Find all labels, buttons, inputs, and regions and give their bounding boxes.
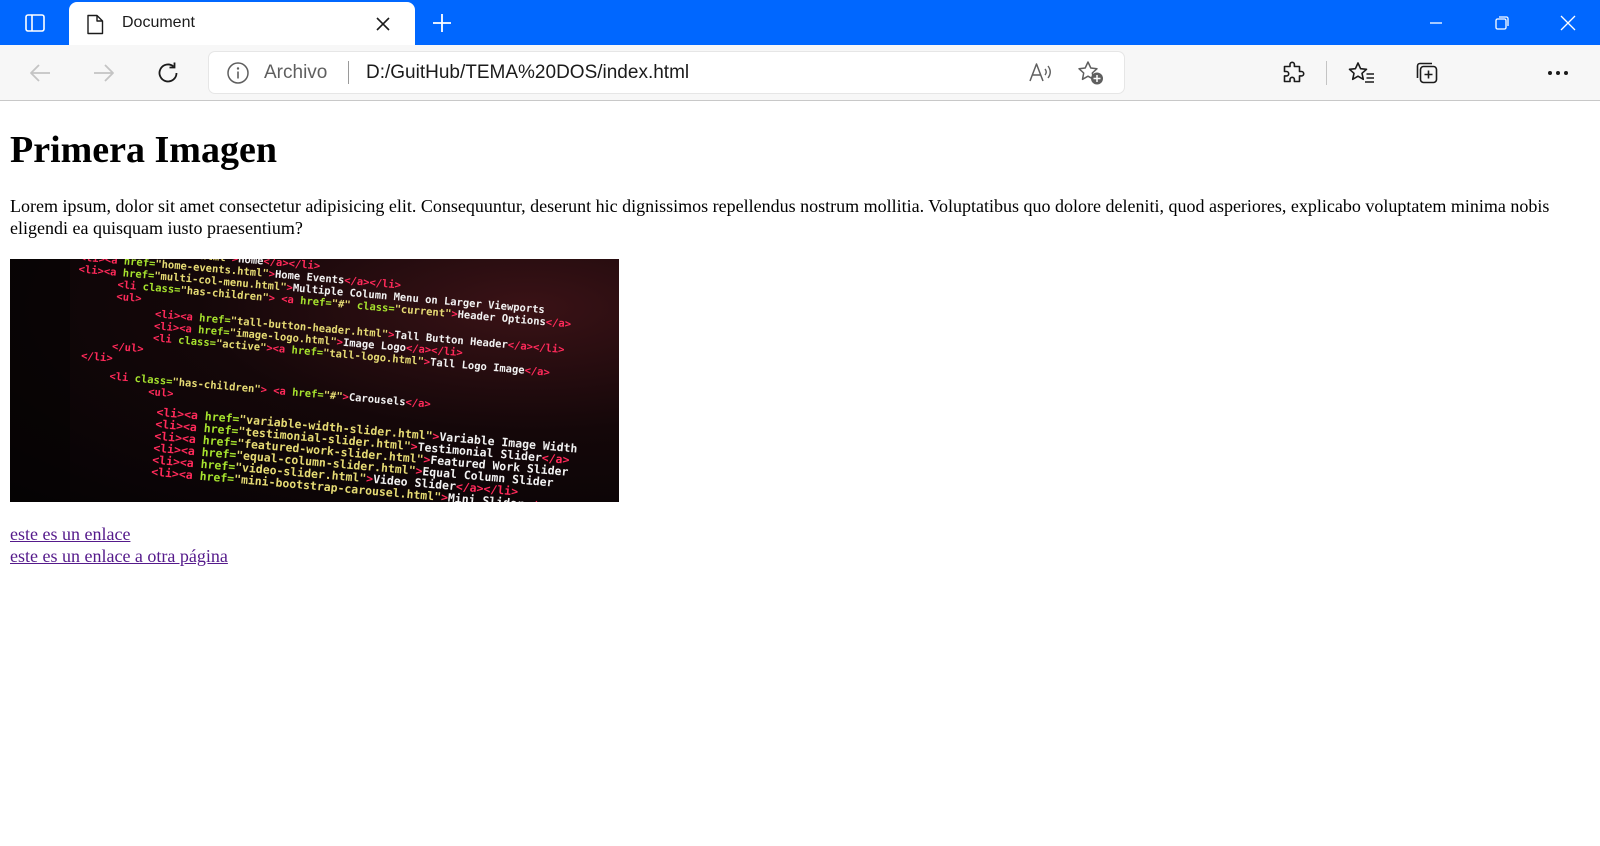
star-plus-icon: [1078, 61, 1103, 85]
restore-button[interactable]: [1470, 0, 1534, 45]
more-button[interactable]: [1541, 56, 1575, 90]
page-heading: Primera Imagen: [10, 129, 277, 171]
close-icon: [376, 17, 390, 31]
collections-icon: [1416, 62, 1438, 84]
tab-actions-button[interactable]: [14, 9, 56, 37]
tab-title: Document: [122, 14, 195, 31]
refresh-icon: [158, 62, 178, 83]
add-favorite-button[interactable]: [1077, 59, 1105, 87]
back-button[interactable]: [23, 56, 57, 90]
toolbar-divider: [1326, 61, 1327, 85]
plus-icon: [433, 14, 451, 32]
address-separator: [348, 61, 349, 84]
address-bar[interactable]: Archivo D:/GuitHub/TEMA%20DOS/index.html: [209, 52, 1124, 93]
link-enlace[interactable]: este es un enlace: [10, 523, 130, 545]
arrow-right-icon: [94, 64, 114, 82]
url-text[interactable]: D:/GuitHub/TEMA%20DOS/index.html: [366, 62, 689, 84]
site-label: Archivo: [264, 62, 328, 83]
close-icon: [1560, 15, 1576, 30]
close-window-button[interactable]: [1536, 0, 1600, 45]
code-line: </li>: [81, 350, 114, 365]
page-content: Primera Imagen Lorem ipsum, dolor sit am…: [0, 101, 1600, 846]
code-line: <ul>: [116, 291, 142, 305]
favorites-icon: [1348, 62, 1374, 83]
lorem-paragraph: Lorem ipsum, dolor sit amet consectetur …: [10, 196, 1550, 238]
refresh-button[interactable]: [151, 56, 185, 90]
extensions-button[interactable]: [1276, 56, 1310, 90]
read-aloud-button[interactable]: [1027, 59, 1055, 87]
link-otra-pagina[interactable]: este es un enlace a otra página: [10, 545, 228, 567]
code-screenshot-image: <li><a href="index.html">Home</a></li><l…: [10, 259, 619, 502]
new-tab-button[interactable]: [428, 9, 456, 37]
collections-button[interactable]: [1410, 56, 1444, 90]
more-icon: [1548, 71, 1568, 75]
restore-icon: [1495, 15, 1509, 30]
forward-button[interactable]: [87, 56, 121, 90]
active-tab[interactable]: Document: [69, 2, 415, 45]
close-tab-button[interactable]: [373, 14, 393, 34]
code-line: <ul>: [148, 386, 174, 400]
info-icon: [227, 62, 249, 84]
site-info-button[interactable]: [226, 61, 250, 89]
document-icon: [86, 14, 104, 39]
arrow-left-icon: [30, 64, 50, 82]
title-bar: Document: [0, 0, 1600, 45]
browser-toolbar: Archivo D:/GuitHub/TEMA%20DOS/index.html: [0, 45, 1600, 101]
tab-actions-icon: [25, 14, 45, 32]
read-aloud-icon: [1029, 63, 1051, 82]
code-line: </ul>: [112, 341, 145, 356]
minimize-icon: [1430, 21, 1442, 24]
puzzle-icon: [1283, 61, 1305, 83]
minimize-button[interactable]: [1404, 0, 1468, 45]
favorites-button[interactable]: [1345, 56, 1379, 90]
